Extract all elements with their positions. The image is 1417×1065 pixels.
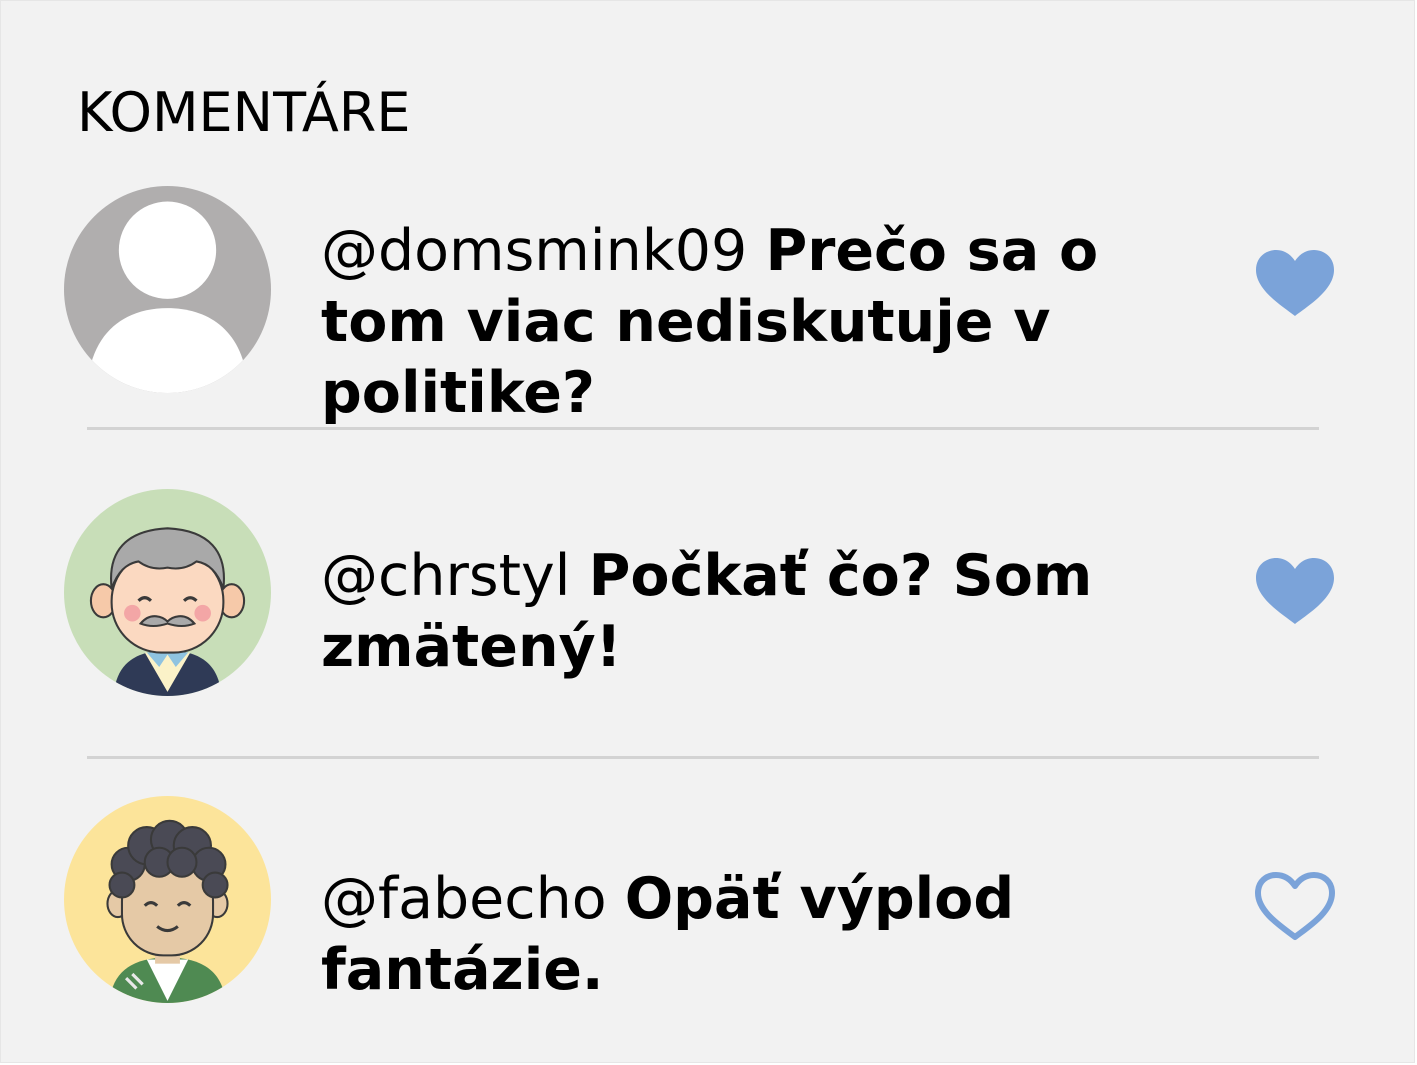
curly-hair-avatar-icon bbox=[64, 796, 271, 1003]
comment-divider bbox=[87, 427, 1319, 430]
comment-item: @chrstyl Počkať čo? Som zmätený! bbox=[1, 487, 1416, 702]
comment-content: @chrstyl Počkať čo? Som zmätený! bbox=[321, 541, 1221, 683]
user-avatar[interactable] bbox=[64, 186, 271, 393]
comment-username[interactable]: @chrstyl bbox=[321, 543, 571, 609]
heart-outline-icon bbox=[1255, 872, 1335, 940]
like-button[interactable] bbox=[1252, 869, 1338, 945]
comment-content: @domsmink09 Prečo sa o tom viac nediskut… bbox=[321, 216, 1221, 429]
default-user-icon bbox=[64, 186, 271, 393]
user-avatar[interactable] bbox=[64, 489, 271, 696]
comment-divider bbox=[87, 756, 1319, 759]
comment-username[interactable]: @domsmink09 bbox=[321, 218, 747, 284]
heart-filled-icon bbox=[1256, 250, 1334, 316]
comments-panel: KOMENTÁRE @domsmink09 Prečo sa o tom via… bbox=[0, 0, 1415, 1063]
like-button[interactable] bbox=[1252, 246, 1338, 322]
old-man-avatar-icon bbox=[64, 489, 271, 696]
comment-username[interactable]: @fabecho bbox=[321, 866, 607, 932]
comment-item: @domsmink09 Prečo sa o tom viac nediskut… bbox=[1, 184, 1416, 426]
heart-filled-icon bbox=[1256, 558, 1334, 624]
comment-content: @fabecho Opäť výplod fantázie. bbox=[321, 864, 1221, 1006]
like-button[interactable] bbox=[1252, 554, 1338, 630]
comment-item: @fabecho Opäť výplod fantázie. bbox=[1, 794, 1416, 1009]
user-avatar[interactable] bbox=[64, 796, 271, 1003]
comments-section-title: KOMENTÁRE bbox=[77, 81, 411, 144]
